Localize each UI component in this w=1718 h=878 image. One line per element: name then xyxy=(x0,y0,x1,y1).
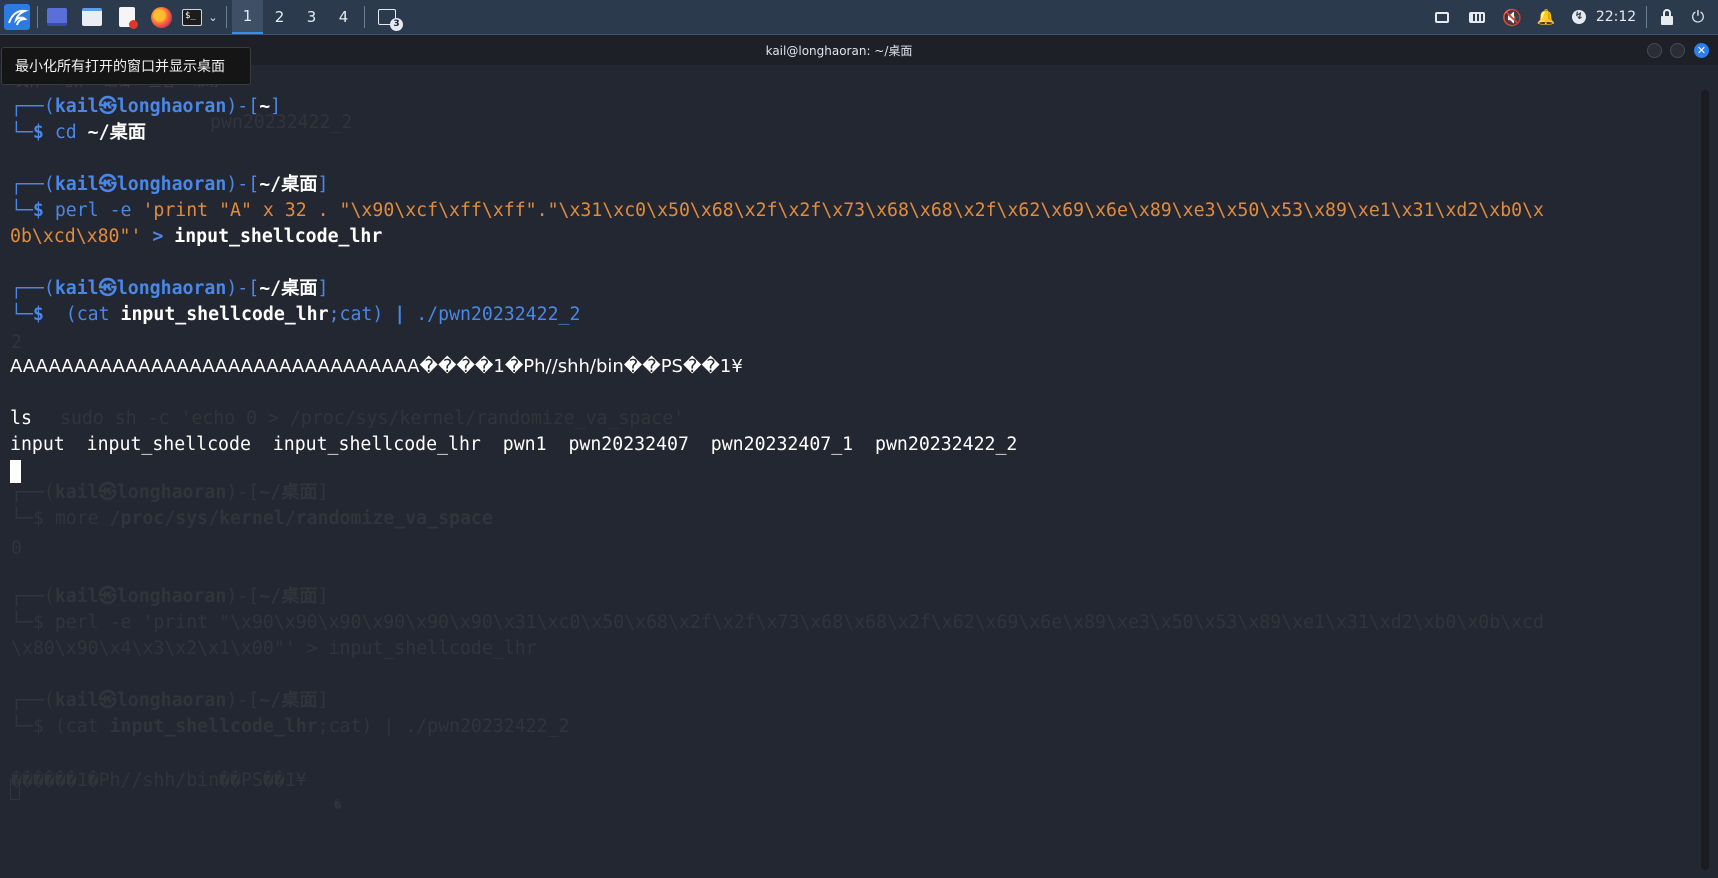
prompt-line: ┌──(kail㉿longhaoran)-[~/桌面] xyxy=(11,278,329,299)
command-line: └─$ perl -e 'print "A" x 32 . "\x90\xcf\… xyxy=(11,200,1545,221)
ls-output: input input_shellcode input_shellcode_lh… xyxy=(10,434,1018,455)
typed-input: ls xyxy=(10,408,32,429)
prompt-line: ┌──(kail㉿longhaoran)-[~] xyxy=(11,96,282,117)
command-line: └─$ cd ~/桌面 xyxy=(11,122,146,143)
ghost-prompt: ┌──(kail㉿longhaoran)-[~/桌面] xyxy=(11,586,329,607)
ghost-line: 0 xyxy=(11,538,22,559)
command-line-wrap: 0b\xcd\x80"' > input_shellcode_lhr xyxy=(10,226,383,247)
terminal-scrollbar[interactable] xyxy=(1701,90,1709,870)
ghost-prompt: ┌──(kail㉿longhaoran)-[~/桌面] xyxy=(11,690,329,711)
program-output: AAAAAAAAAAAAAAAAAAAAAAAAAAAAAAAA����1�Ph… xyxy=(10,356,743,377)
ghost-line: 2 xyxy=(11,332,22,353)
ghost-line: \x80\x90\x4\x3\x2\x1\x00"' > input_shell… xyxy=(11,638,537,659)
command-line: └─$ (cat input_shellcode_lhr;cat) | ./pw… xyxy=(11,304,581,325)
terminal-content[interactable]: pwn20232422_2 2 sudo sh -c 'echo 0 > /pr… xyxy=(0,0,1700,843)
ghost-prompt: ┌──(kail㉿longhaoran)-[~/桌面] xyxy=(11,482,329,503)
ghost-line: � xyxy=(334,798,342,812)
ghost-line: └─$ perl -e 'print "\x90\x90\x90\x90\x90… xyxy=(11,612,1544,633)
ghost-line: └─$ (cat input_shellcode_lhr;cat) | ./pw… xyxy=(11,716,570,737)
text-cursor xyxy=(10,460,21,483)
ghost-line: ������1�Ph//shh/bin��PS��1¥ xyxy=(11,770,307,791)
show-desktop-tooltip: 最小化所有打开的窗口并显示桌面 xyxy=(1,47,251,85)
ghost-cursor xyxy=(10,779,20,800)
prompt-line: ┌──(kail㉿longhaoran)-[~/桌面] xyxy=(11,174,329,195)
ghost-line: sudo sh -c 'echo 0 > /proc/sys/kernel/ra… xyxy=(60,408,685,429)
ghost-line: └─$ more /proc/sys/kernel/randomize_va_s… xyxy=(11,508,493,529)
